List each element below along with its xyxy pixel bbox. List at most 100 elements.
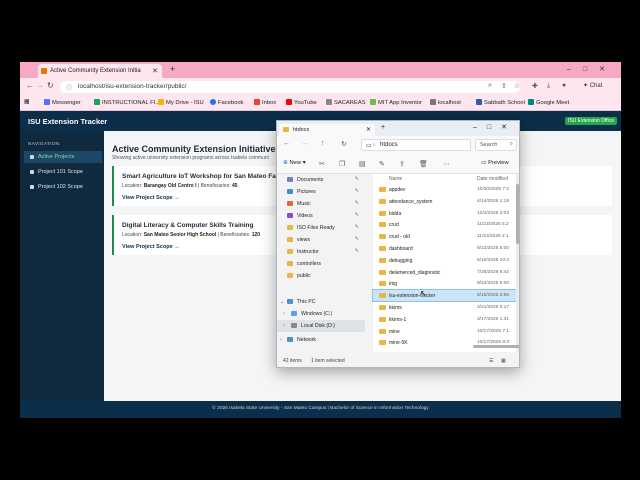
file-row[interactable]: debugging 6/10/2026 10:2: [373, 255, 519, 266]
browser-tab[interactable]: Active Community Extension Initia ✕: [38, 64, 162, 78]
new-tab-icon[interactable]: +: [381, 124, 385, 131]
bookmark-localhost[interactable]: localhost: [430, 99, 461, 106]
file-row[interactable]: crud 11/23/2025 5:2: [373, 219, 519, 230]
file-date: 3/21/2026 5:17: [477, 305, 510, 310]
forward-icon[interactable]: →: [36, 81, 44, 90]
file-row[interactable]: kkims-1 3/17/2026 1:31: [373, 314, 519, 325]
file-row[interactable]: dashboard 9/22/2025 5:00: [373, 243, 519, 254]
back-icon[interactable]: ←: [283, 140, 290, 147]
sidebar: NAVIGATION Active Projects Project 101 S…: [20, 131, 104, 401]
nav-item-local-disk-d[interactable]: › Local Disk (D:): [277, 320, 365, 332]
bookmark-drive[interactable]: My Drive - ISU: [158, 99, 204, 106]
bookmark-instructional[interactable]: INSTRUCTIONAL FI...: [94, 99, 160, 106]
bookmark-messenger[interactable]: Messenger: [44, 99, 81, 106]
preview-button[interactable]: ▭ Preview: [481, 160, 509, 166]
nav-item-controllers[interactable]: controllers: [277, 258, 365, 270]
nav-item-instructor[interactable]: Instructor ✎: [277, 246, 365, 258]
file-row[interactable]: mine 10/17/2025 7:1: [373, 326, 519, 337]
file-date: 7/28/2026 6:42: [477, 269, 510, 275]
file-row[interactable]: appdev 10/30/2025 7:2: [373, 184, 519, 195]
view-project-scope-link[interactable]: View Project Scope →: [122, 244, 180, 250]
vertical-scrollbar[interactable]: [516, 174, 519, 352]
horizontal-scrollbar[interactable]: [473, 345, 519, 348]
site-info-icon[interactable]: ⓘ: [66, 83, 72, 92]
file-row[interactable]: bidda 12/4/2025 2:03: [373, 208, 519, 219]
sidebar-item-project-102[interactable]: Project 102 Scope: [24, 181, 102, 193]
profile-icon[interactable]: ●: [562, 82, 566, 89]
file-row[interactable]: kkims 3/21/2026 5:17: [373, 302, 519, 313]
bookmark-sabbath[interactable]: Sabbath School: [476, 99, 525, 106]
nav-item-network[interactable]: › Network: [277, 334, 365, 346]
file-row[interactable]: crud - old 11/23/2025 2:1: [373, 231, 519, 242]
more-icon[interactable]: ⋯: [443, 160, 450, 168]
file-name: delamerced_diagnostic: [389, 269, 441, 276]
videos-icon: [287, 213, 293, 218]
folder-icon: [379, 198, 386, 204]
zoom-icon[interactable]: ⌕: [488, 82, 492, 90]
nav-item-pictures[interactable]: Pictures ✎: [277, 186, 365, 198]
bookmark-youtube[interactable]: YouTube: [286, 99, 317, 106]
nav-item-this-pc[interactable]: ⌄ This PC: [277, 296, 365, 308]
new-button[interactable]: ⊕ New ▾: [283, 160, 306, 166]
network-icon: [287, 337, 293, 342]
file-row[interactable]: delamerced_diagnostic 7/28/2026 6:42: [373, 267, 519, 278]
sidebar-item-label: Project 101 Scope: [38, 169, 83, 175]
file-date: 11/23/2025 2:1: [477, 234, 509, 240]
rename-icon[interactable]: ✎: [379, 160, 385, 168]
sidebar-item-active-projects[interactable]: Active Projects: [24, 151, 102, 163]
details-view-icon[interactable]: ☰: [489, 358, 493, 364]
chevron-down-icon: ⌄: [280, 299, 285, 305]
sidebar-item-label: Active Projects: [38, 154, 75, 160]
bookmark-facebook[interactable]: Facebook: [210, 99, 243, 106]
back-icon[interactable]: ←: [26, 81, 34, 90]
file-date: 3/17/2026 1:31: [477, 316, 510, 322]
up-icon[interactable]: ↑: [321, 140, 325, 147]
chat-button[interactable]: ✦ Chat: [583, 82, 602, 89]
file-row[interactable]: img 9/22/2025 5:00: [373, 278, 519, 289]
tiles-view-icon[interactable]: ▦: [501, 358, 506, 364]
file-row[interactable]: isu-extension-tracker 6/15/2026 3:58: [372, 289, 519, 303]
window-controls[interactable]: –□✕: [473, 123, 517, 131]
new-tab-icon[interactable]: +: [170, 64, 175, 74]
copy-icon[interactable]: ❐: [339, 160, 345, 168]
nav-item-videos[interactable]: Videos ✎: [277, 210, 365, 222]
url-input[interactable]: ⓘ localhost/isu-extension-tracker/public…: [60, 81, 520, 93]
delete-icon[interactable]: 🗑: [419, 160, 428, 168]
extensions-icon[interactable]: ✚: [532, 82, 538, 90]
window-controls[interactable]: –□✕: [567, 65, 617, 73]
bookmark-meet[interactable]: Google Meet: [528, 99, 569, 106]
nav-item-views[interactable]: views ✎: [277, 234, 365, 246]
explorer-toolbar: ⊕ New ▾ ✂ ❐ ▤ ✎ ⇪ 🗑 ⋯ ▭ Preview: [277, 154, 519, 174]
forward-icon[interactable]: →: [301, 140, 308, 147]
bookmark-star-icon[interactable]: ☆: [514, 82, 520, 90]
cut-icon[interactable]: ✂: [319, 160, 325, 168]
bookmark-inbox[interactable]: Inbox: [254, 99, 276, 106]
nav-item-windows-c[interactable]: › Windows (C:): [277, 308, 365, 320]
column-header-date[interactable]: Date modified: [477, 176, 508, 182]
explorer-tab[interactable]: htdocs ✕: [279, 124, 375, 136]
bookmark-mit[interactable]: MIT App Inventor: [370, 99, 422, 106]
nav-item-public[interactable]: public: [277, 270, 365, 282]
nav-item-iso-files[interactable]: ISO Files Ready ✎: [277, 222, 365, 234]
apps-icon[interactable]: ▦: [24, 99, 29, 105]
column-header-name[interactable]: Name: [389, 176, 402, 182]
share-icon[interactable]: ⇪: [501, 82, 507, 90]
nav-item-music[interactable]: Music ✎: [277, 198, 365, 210]
search-input[interactable]: Search ⌕: [475, 139, 517, 151]
reload-icon[interactable]: ↻: [47, 81, 54, 90]
navigation-pane: Documents ✎ Pictures ✎ Music ✎ Videos ✎ ISO …: [277, 174, 367, 352]
bookmark-sacareas[interactable]: SACAREAS: [326, 99, 366, 106]
nav-item-documents[interactable]: Documents ✎: [277, 174, 365, 186]
search-icon: [30, 170, 34, 174]
path-input[interactable]: ▭ › htdocs: [361, 139, 471, 151]
share-icon[interactable]: ⇪: [399, 160, 405, 168]
file-name: isu-extension-tracker: [389, 293, 436, 300]
paste-icon[interactable]: ▤: [359, 160, 366, 168]
view-project-scope-link[interactable]: View Project Scope →: [122, 195, 180, 201]
close-tab-icon[interactable]: ✕: [366, 126, 371, 133]
sidebar-item-project-101[interactable]: Project 101 Scope: [24, 166, 102, 178]
file-row[interactable]: attendance_system 4/14/2026 1:18: [373, 196, 519, 207]
refresh-icon[interactable]: ↻: [341, 140, 347, 148]
downloads-icon[interactable]: ⤓: [547, 82, 550, 90]
close-tab-icon[interactable]: ✕: [152, 67, 158, 75]
